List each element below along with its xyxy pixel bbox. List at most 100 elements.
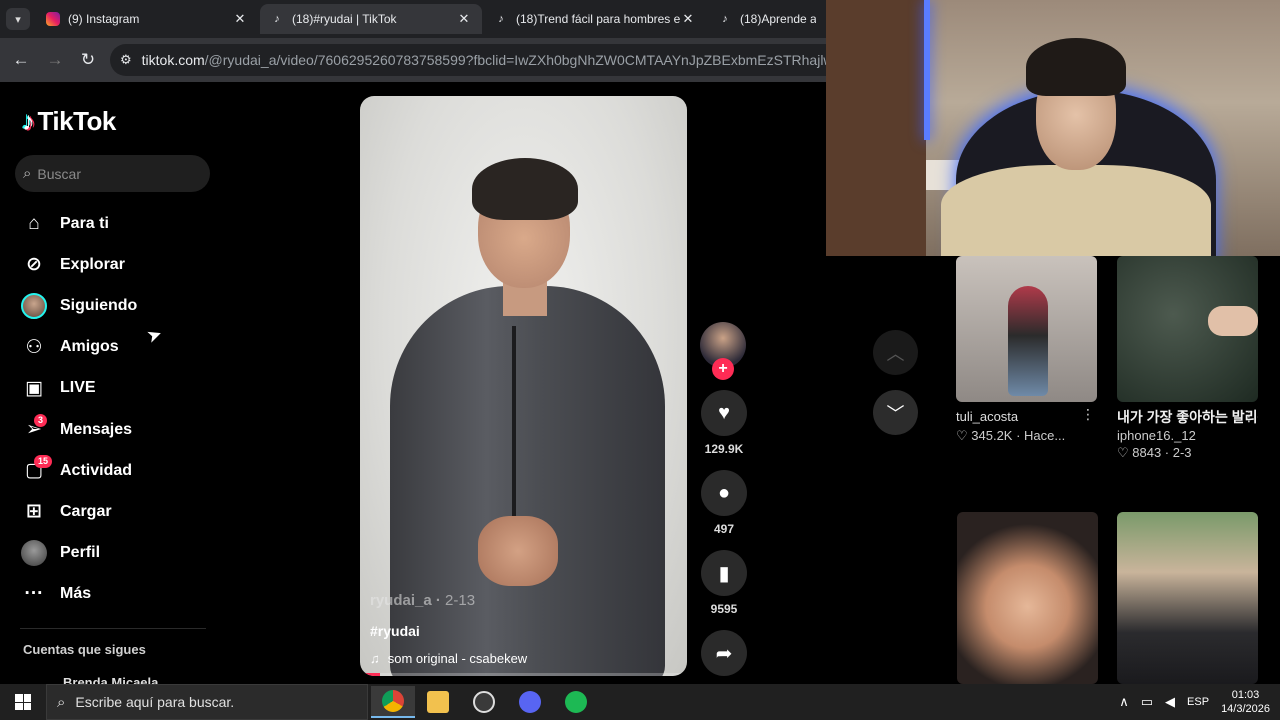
sidebar-nav: ⌂ Para ti ⊘ Explorar Siguiendo ⚇ Amigos …: [20, 203, 220, 615]
sidebar-item-label: Explorar: [60, 255, 125, 273]
browser-tab-instagram[interactable]: (9) Instagram ✕: [36, 4, 258, 34]
chevron-up-icon[interactable]: ∧: [1119, 694, 1129, 710]
windows-logo-icon: [15, 694, 31, 710]
video-card-author: tuli_acosta: [956, 409, 1019, 424]
music-note-icon: ♫: [370, 651, 380, 666]
video-thumbnail[interactable]: [956, 256, 1097, 402]
instagram-icon: [46, 12, 60, 26]
folder-icon: [427, 691, 449, 713]
video-hashtag[interactable]: #ryudai: [370, 623, 527, 639]
browser-tab-tiktok-active[interactable]: ♪ (18)#ryudai | TikTok ✕: [260, 4, 482, 34]
compass-icon: ⊘: [26, 254, 42, 276]
sidebar-item-amigos[interactable]: ⚇ Amigos: [20, 327, 220, 368]
sidebar-item-perfil[interactable]: Perfil: [20, 533, 220, 574]
webcam-overlay: [826, 0, 1280, 256]
tiktok-icon: ♪: [722, 13, 728, 25]
language-indicator[interactable]: ESP: [1187, 696, 1209, 708]
video-progress-bar[interactable]: [360, 673, 687, 676]
video-date: 2-13: [445, 592, 476, 609]
sidebar-item-label: Amigos: [60, 338, 119, 356]
tiktok-icon: ♪: [498, 13, 504, 25]
sidebar-item-siguiendo[interactable]: Siguiendo: [20, 285, 220, 326]
close-tab-icon[interactable]: ✕: [232, 11, 248, 27]
clock[interactable]: 01:03 14/3/2026: [1221, 688, 1270, 716]
discord-icon: [519, 691, 541, 713]
taskbar-spotify[interactable]: [554, 686, 598, 718]
reload-icon[interactable]: ↻: [77, 49, 99, 71]
sidebar-item-para-ti[interactable]: ⌂ Para ti: [20, 203, 220, 244]
tab-title: (18)Trend fácil para hombres en: [516, 12, 680, 26]
video-card[interactable]: [957, 512, 1098, 684]
obs-icon: [473, 691, 495, 713]
next-video-button[interactable]: ﹀: [873, 390, 918, 435]
forward-arrow-icon[interactable]: →: [44, 49, 66, 71]
save-action[interactable]: ▮ 9595: [700, 550, 748, 616]
network-icon[interactable]: ▭: [1141, 694, 1153, 710]
tiktok-logo[interactable]: ♪ TikTok: [22, 106, 116, 137]
browser-tab-strip: ▾ (9) Instagram ✕ ♪ (18)#ryudai | TikTok…: [0, 0, 826, 38]
spotify-icon: [565, 691, 587, 713]
video-card-title: 내가 가장 좋아하는 발리송들❤️ #발...: [1117, 409, 1258, 425]
previous-video-button[interactable]: ︿: [873, 330, 918, 375]
video-player[interactable]: ryudai_a · 2-13 #ryudai ♫ som original -…: [360, 96, 687, 676]
taskbar-file-explorer[interactable]: [416, 686, 460, 718]
sidebar-item-label: Más: [60, 585, 92, 603]
following-account-item[interactable]: Brenda Micaela: [63, 675, 158, 684]
taskbar-discord[interactable]: [508, 686, 552, 718]
clock-time: 01:03: [1231, 689, 1260, 701]
sidebar-item-label: Siguiendo: [60, 296, 138, 314]
sidebar-item-mas[interactable]: ··· Más: [20, 574, 220, 615]
taskbar-search-input[interactable]: ⌕ Escribe aquí para buscar.: [46, 684, 368, 720]
tab-search-menu-button[interactable]: ▾: [6, 8, 30, 30]
video-author-name: ryudai_a: [370, 592, 432, 609]
video-card[interactable]: tuli_acosta ♡ 345.2K · Hace... ⋮: [956, 256, 1097, 444]
taskbar-chrome[interactable]: [371, 686, 415, 718]
search-input[interactable]: ⌕ Buscar: [15, 155, 210, 192]
video-sound[interactable]: ♫ som original - csabekew: [370, 651, 527, 666]
address-bar[interactable]: ⚙ tiktok.com /@ryudai_a/video/7606295260…: [110, 44, 826, 76]
sidebar-item-label: Mensajes: [60, 420, 133, 438]
follow-plus-icon[interactable]: +: [712, 358, 734, 380]
back-arrow-icon[interactable]: ←: [10, 49, 32, 71]
sidebar-item-actividad[interactable]: ▢ 15 Actividad: [20, 450, 220, 491]
comment-action[interactable]: ● 497: [700, 470, 748, 536]
more-options-icon[interactable]: ⋮: [1081, 406, 1095, 423]
sidebar-item-cargar[interactable]: ⊞ Cargar: [20, 491, 220, 532]
sidebar-item-explorar[interactable]: ⊘ Explorar: [20, 244, 220, 285]
like-action[interactable]: ♥ 129.9K: [700, 390, 748, 456]
video-card-meta: ♡ 8843 · 2-3: [1117, 445, 1192, 460]
share-icon[interactable]: ➦: [701, 630, 747, 676]
webcam-door: [826, 0, 926, 256]
start-button[interactable]: [0, 684, 46, 720]
browser-tab-tiktok-trend[interactable]: ♪ (18)Trend fácil para hombres en ✕: [484, 4, 706, 34]
video-subject-hands: [478, 516, 558, 586]
close-tab-icon[interactable]: ✕: [680, 11, 696, 27]
site-settings-icon[interactable]: ⚙: [120, 52, 132, 68]
video-thumbnail[interactable]: [1117, 512, 1258, 684]
sidebar-item-label: Perfil: [60, 544, 101, 562]
webcam-led-strip: [924, 0, 930, 140]
browser-tab-tiktok-bai[interactable]: ♪ (18)Aprende a Bai: [708, 4, 826, 34]
system-tray: ∧ ▭ ◀ ESP 01:03 14/3/2026: [1113, 684, 1270, 720]
tab-title: (9) Instagram: [68, 12, 140, 26]
volume-icon[interactable]: ◀: [1165, 694, 1175, 710]
browser-toolbar: ← → ↻ ⚙ tiktok.com /@ryudai_a/video/7606…: [0, 38, 826, 82]
video-thumbnail[interactable]: [957, 512, 1098, 684]
search-icon: ⌕: [57, 693, 66, 711]
video-thumbnail[interactable]: [1117, 256, 1258, 402]
bookmark-icon[interactable]: ▮: [701, 550, 747, 596]
video-card[interactable]: 내가 가장 좋아하는 발리송들❤️ #발... iphone16._12 ♡ 8…: [1117, 256, 1258, 461]
video-author[interactable]: ryudai_a · 2-13: [370, 592, 527, 609]
taskbar-obs[interactable]: [462, 686, 506, 718]
more-options-icon[interactable]: ⋮: [1242, 408, 1256, 425]
share-action[interactable]: ➦ 2942: [700, 630, 748, 684]
author-avatar[interactable]: +: [700, 322, 746, 380]
sidebar-item-label: Actividad: [60, 461, 133, 479]
heart-icon[interactable]: ♥: [701, 390, 747, 436]
close-tab-icon[interactable]: ✕: [456, 11, 472, 27]
sidebar-item-live[interactable]: ▣ LIVE: [20, 368, 220, 409]
video-card[interactable]: [1117, 512, 1258, 684]
messages-icon: ➢ 3: [20, 413, 48, 444]
sidebar-item-mensajes[interactable]: ➢ 3 Mensajes: [20, 409, 220, 450]
comment-icon[interactable]: ●: [701, 470, 747, 516]
